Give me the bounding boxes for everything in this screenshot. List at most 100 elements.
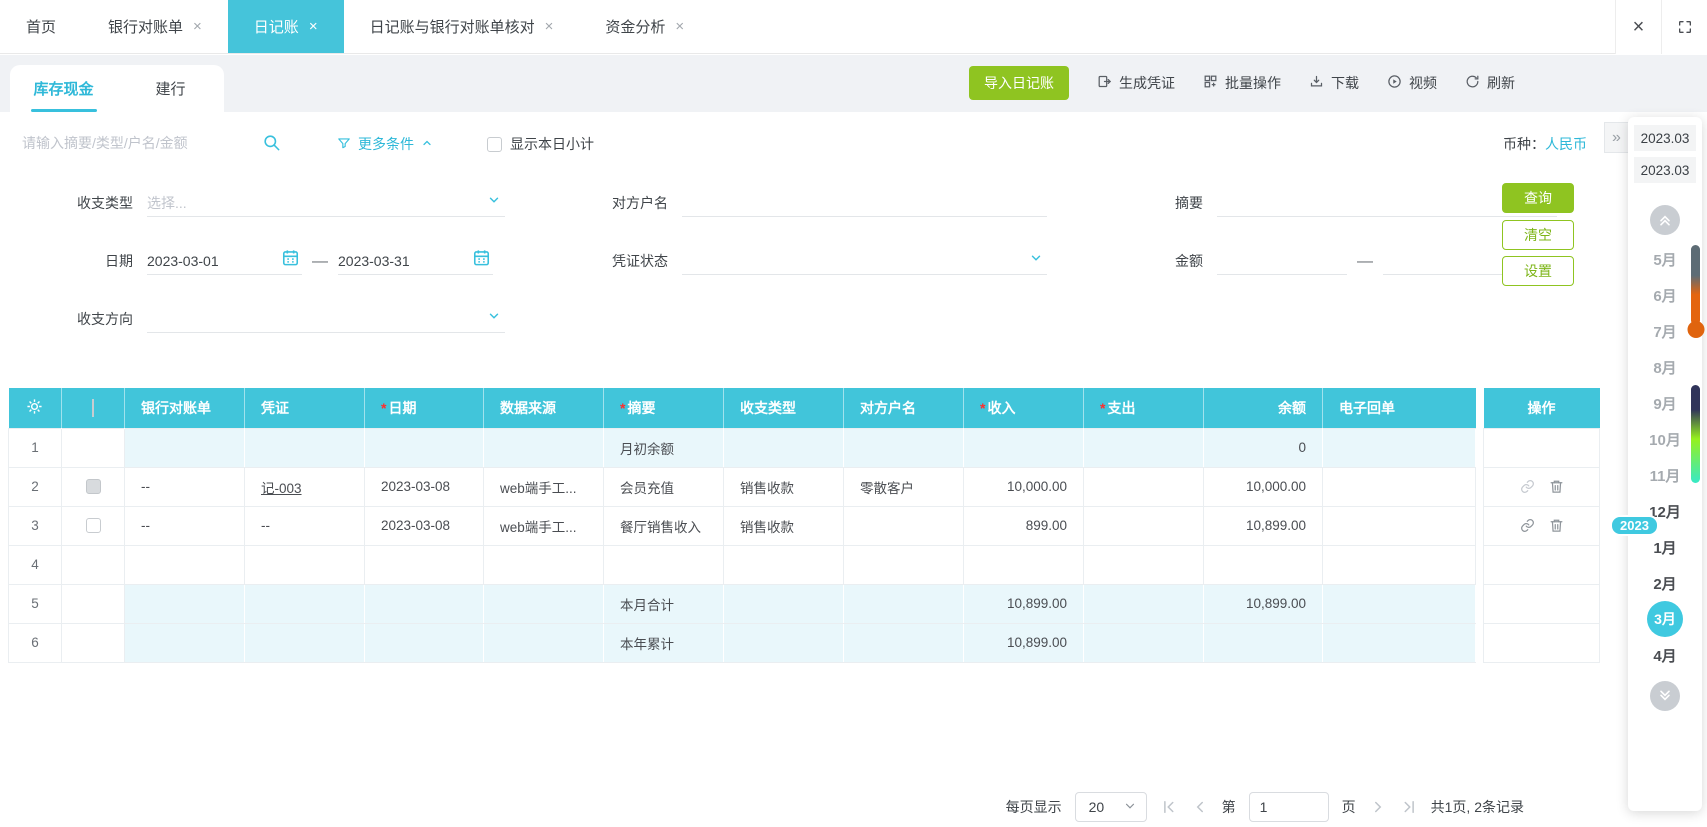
generate-voucher-button[interactable]: 生成凭证 [1097, 73, 1175, 93]
tab-close-icon[interactable]: × [545, 19, 554, 34]
account-tab-label: 库存现金 [33, 81, 94, 98]
cell-voucher [244, 427, 365, 468]
more-filters-toggle[interactable]: 更多条件 [337, 134, 433, 154]
video-label: 视频 [1409, 75, 1437, 91]
app-root: 首页 银行对账单 × 日记账 × 日记账与银行对账单核对 × 资金分析 × × 库存现金 建行 导… [0, 0, 1707, 827]
download-button[interactable]: 下载 [1309, 73, 1359, 93]
voucher-status-select[interactable] [682, 248, 1047, 275]
row-checkbox[interactable] [85, 518, 101, 534]
prev-page-icon[interactable] [1191, 798, 1209, 816]
account-tab[interactable]: 建行 [117, 65, 224, 112]
cell-bank: -- [124, 466, 245, 507]
operations-cell [1483, 466, 1600, 507]
month-label: 4月 [1653, 647, 1677, 665]
query-button[interactable]: 查询 [1502, 183, 1574, 213]
top-tab[interactable]: 资金分析 × [579, 0, 710, 53]
amount-max-input[interactable] [1383, 248, 1503, 275]
video-play-icon [1387, 74, 1402, 92]
fullscreen-icon[interactable] [1661, 0, 1707, 54]
refresh-button[interactable]: 刷新 [1465, 73, 1515, 93]
row-checkbox-cell [61, 505, 125, 546]
import-journal-button[interactable]: 导入日记账 [969, 66, 1069, 100]
select-all-checkbox[interactable] [61, 388, 125, 428]
currency-value[interactable]: 人民币 [1545, 136, 1587, 152]
calendar-icon[interactable] [472, 248, 491, 270]
clear-button[interactable]: 清空 [1502, 220, 1574, 250]
cell-income: 10,899.00 [963, 622, 1084, 663]
per-page-select[interactable]: 20 [1074, 792, 1147, 822]
scroll-up-icon[interactable] [1650, 205, 1680, 235]
tab-close-icon[interactable]: × [675, 19, 684, 34]
account-tab[interactable]: 库存现金 [10, 65, 117, 112]
required-asterisk: * [620, 399, 626, 416]
cell-type: 销售收款 [723, 466, 844, 507]
row-number: 4 [8, 544, 62, 585]
download-label: 下载 [1331, 75, 1359, 91]
table-row: 4 [8, 544, 1476, 585]
batch-operations-button[interactable]: 批量操作 [1203, 73, 1281, 93]
video-button[interactable]: 视频 [1387, 73, 1437, 93]
cell-receipt [1322, 427, 1476, 468]
row-checkbox[interactable] [85, 479, 101, 495]
top-tab[interactable]: 首页 [0, 0, 82, 53]
filter-voucher-status: 凭证状态 [598, 248, 1047, 275]
search-icon[interactable] [262, 133, 281, 157]
counterparty-input[interactable] [682, 190, 1047, 217]
column-settings-gear-icon[interactable] [8, 388, 62, 428]
period-box-current[interactable]: 2023.03 [1634, 157, 1696, 183]
settings-button[interactable]: 设置 [1502, 256, 1574, 286]
currency-label: 币种： [1503, 136, 1545, 152]
row-checkbox-cell [61, 466, 125, 507]
cell-voucher: -- [244, 505, 365, 546]
date-from-input[interactable]: 2023-03-01 [147, 248, 302, 275]
filter-type: 收支类型 选择... [63, 190, 505, 217]
top-tab-label: 资金分析 [605, 19, 666, 36]
cell-income: 10,000.00 [963, 466, 1084, 507]
trash-icon[interactable] [1549, 518, 1564, 533]
month-item[interactable]: 3月 [1628, 601, 1702, 637]
chevron-down-icon [487, 193, 501, 210]
calendar-icon[interactable] [281, 248, 300, 270]
month-item[interactable]: 8月 [1628, 349, 1702, 385]
top-tab[interactable]: 日记账 × [227, 0, 344, 53]
direction-select[interactable] [147, 306, 505, 333]
cell-voucher [244, 583, 365, 624]
filter-summary: 摘要 [1133, 190, 1557, 217]
date-to-input[interactable]: 2023-03-31 [338, 248, 493, 275]
first-page-icon[interactable] [1160, 798, 1178, 816]
cell-counterparty [843, 583, 964, 624]
link-icon[interactable] [1520, 518, 1535, 533]
type-select[interactable]: 选择... [147, 190, 505, 217]
top-tab[interactable]: 日记账与银行对账单核对 × [344, 0, 580, 53]
cell-income [963, 427, 1084, 468]
month-item[interactable]: 2月 [1628, 565, 1702, 601]
show-daily-subtotal-checkbox[interactable]: 显示本日小计 [487, 134, 594, 154]
trash-icon[interactable] [1549, 479, 1564, 494]
page-prefix-label: 第 [1221, 799, 1236, 815]
period-box[interactable]: 2023.03 [1634, 125, 1696, 151]
month-label: 10月 [1649, 431, 1681, 449]
required-asterisk: * [980, 399, 986, 416]
filter-direction: 收支方向 [63, 306, 505, 333]
top-tab[interactable]: 银行对账单 × [82, 0, 228, 53]
search-input[interactable] [22, 128, 257, 158]
cell-source [483, 583, 604, 624]
voucher-link[interactable]: 记-003 [261, 481, 302, 496]
scroll-down-icon[interactable] [1650, 681, 1680, 711]
cell-income: 899.00 [963, 505, 1084, 546]
last-page-icon[interactable] [1400, 798, 1418, 816]
cell-receipt [1322, 583, 1476, 624]
close-tabs-button[interactable]: × [1615, 0, 1661, 54]
type-label: 收支类型 [77, 195, 133, 211]
cell-bank: -- [124, 505, 245, 546]
amount-min-input[interactable] [1217, 248, 1347, 275]
required-asterisk: * [1100, 399, 1106, 416]
tab-close-icon[interactable]: × [309, 19, 318, 34]
month-item[interactable]: 4月 [1628, 637, 1702, 673]
chevron-down-icon [1029, 251, 1043, 268]
tab-close-icon[interactable]: × [193, 19, 202, 34]
next-page-icon[interactable] [1369, 798, 1387, 816]
page-number-input[interactable] [1248, 792, 1329, 822]
link-icon[interactable] [1520, 479, 1535, 494]
collapse-panel-button[interactable]: » [1604, 122, 1629, 153]
